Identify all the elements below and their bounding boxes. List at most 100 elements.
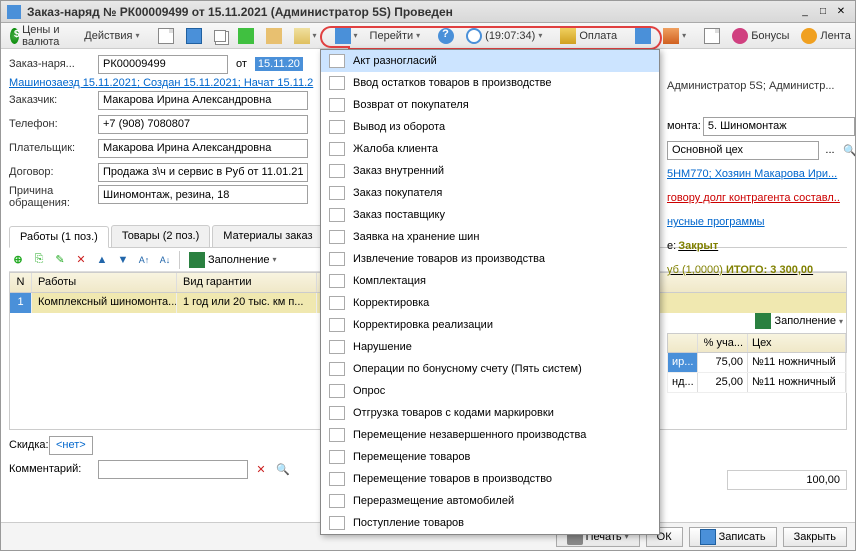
menu-item[interactable]: Переразмещение автомобилей: [321, 490, 659, 512]
col-shop[interactable]: Цех: [748, 334, 846, 352]
col-warranty[interactable]: Вид гарантии: [177, 273, 317, 292]
maximize-button[interactable]: □: [815, 5, 831, 19]
tab-materials[interactable]: Материалы заказ: [212, 225, 323, 247]
doc-date-input[interactable]: 15.11.20: [255, 57, 303, 71]
delete-row-button[interactable]: ✕: [72, 251, 90, 269]
menu-item[interactable]: Перемещение товаров в производство: [321, 468, 659, 490]
status-link[interactable]: Машинозаезд 15.11.2021; Создан 15.11.202…: [9, 77, 313, 89]
payer-input[interactable]: [98, 139, 308, 158]
doc-icon: [329, 230, 345, 244]
tb-tree-button[interactable]: [261, 26, 287, 46]
comment-search-button[interactable]: 🔍: [274, 460, 292, 478]
tb-save-button[interactable]: [181, 26, 207, 46]
minimize-button[interactable]: _: [797, 5, 813, 19]
shop-select-button[interactable]: ...: [821, 140, 839, 160]
shop-search-button[interactable]: 🔍: [841, 140, 855, 160]
save-button[interactable]: Записать: [689, 527, 777, 547]
app-window: Заказ-наряд № РК00009499 от 15.11.2021 (…: [0, 0, 856, 551]
az-down-button[interactable]: A↓: [156, 251, 174, 269]
doc-icon: [329, 516, 345, 530]
discount-input[interactable]: <нет>: [49, 436, 93, 455]
bonus-link[interactable]: нусные программы: [667, 216, 765, 228]
fill-button[interactable]: Заполнение▾: [185, 252, 281, 268]
car-link[interactable]: 5НМ770; Хозяин Макарова Ири...: [667, 168, 837, 180]
menu-item[interactable]: Заявка на хранение шин: [321, 226, 659, 248]
state-link[interactable]: Закрыт: [678, 240, 718, 252]
menu-item[interactable]: Опрос: [321, 380, 659, 402]
edit-row-button[interactable]: ✎: [51, 251, 69, 269]
menu-item[interactable]: Поступление товаров: [321, 512, 659, 534]
discount-label: Скидка:: [9, 439, 49, 451]
prices-button[interactable]: Цены и валюта: [5, 26, 71, 46]
menu-item[interactable]: Заказ внутренний: [321, 160, 659, 182]
menu-item[interactable]: Ввод остатков товаров в производстве: [321, 72, 659, 94]
tb-post-button[interactable]: [233, 26, 259, 46]
contract-input[interactable]: [98, 163, 308, 182]
tb-gift-button[interactable]: ▾: [658, 26, 691, 46]
menu-item[interactable]: Корректировка реализации: [321, 314, 659, 336]
move-down-button[interactable]: ▼: [114, 251, 132, 269]
menu-item[interactable]: Вывод из оборота: [321, 116, 659, 138]
tab-goods[interactable]: Товары (2 поз.): [111, 225, 210, 247]
menu-item[interactable]: Жалоба клиента: [321, 138, 659, 160]
rgrid-row[interactable]: ир... 75,00 №11 ножничный: [667, 353, 847, 373]
tb-new-button[interactable]: [153, 26, 179, 46]
tb-list-button[interactable]: ▾: [289, 26, 322, 46]
doc-icon: [329, 98, 345, 112]
reason-input[interactable]: [98, 185, 308, 204]
menu-item[interactable]: Комплектация: [321, 270, 659, 292]
fill2-button[interactable]: Заполнение▾: [751, 313, 847, 329]
comment-input[interactable]: [98, 460, 248, 479]
menu-item[interactable]: Перемещение незавершенного производства: [321, 424, 659, 446]
doc-icon: [329, 252, 345, 266]
menu-item[interactable]: Корректировка: [321, 292, 659, 314]
menu-item[interactable]: Заказ покупателя: [321, 182, 659, 204]
menu-item[interactable]: Заказ поставщику: [321, 204, 659, 226]
comment-clear-button[interactable]: ✕: [252, 460, 270, 478]
fill-icon: [189, 252, 205, 268]
col-pct[interactable]: % уча...: [698, 334, 748, 352]
col-n[interactable]: N: [10, 273, 32, 292]
menu-item[interactable]: Перемещение товаров: [321, 446, 659, 468]
doc-icon: [329, 340, 345, 354]
rgrid-row[interactable]: нд... 25,00 №11 ножничный: [667, 373, 847, 393]
menu-item[interactable]: Операции по бонусному счету (Пять систем…: [321, 358, 659, 380]
doc-icon: [329, 296, 345, 310]
col-works[interactable]: Работы: [32, 273, 177, 292]
doc-label: Заказ-наря...: [9, 58, 94, 70]
menu-item[interactable]: Акт разногласий: [321, 50, 659, 72]
tab-works[interactable]: Работы (1 поз.): [9, 226, 109, 248]
close-button[interactable]: Закрыть: [783, 527, 847, 547]
totals-link[interactable]: уб (1,0000) ИТОГО: 3 300,00: [667, 264, 813, 276]
bonus-icon: [732, 28, 748, 44]
list-icon: [294, 28, 310, 44]
fill2-icon: [755, 313, 771, 329]
menu-item[interactable]: Нарушение: [321, 336, 659, 358]
doc-icon: [329, 120, 345, 134]
phone-input[interactable]: [98, 115, 308, 134]
customer-input[interactable]: [98, 91, 308, 110]
tb-extra-button[interactable]: [699, 26, 725, 46]
feed-button[interactable]: Лента: [796, 26, 855, 46]
debt-link[interactable]: говору долг контрагента составл..: [667, 192, 840, 204]
menu-item[interactable]: Отгрузка товаров с кодами маркировки: [321, 402, 659, 424]
tb-copy-button[interactable]: [209, 26, 231, 46]
contract-label: Договор:: [9, 166, 94, 178]
monta-input[interactable]: [703, 117, 855, 136]
close-button[interactable]: ✕: [833, 5, 849, 19]
doc-number-input[interactable]: [98, 55, 228, 74]
az-up-button[interactable]: A↑: [135, 251, 153, 269]
feed-icon: [801, 28, 817, 44]
menu-item[interactable]: Извлечение товаров из производства: [321, 248, 659, 270]
post-icon: [238, 28, 254, 44]
menu-item[interactable]: Возврат от покупателя: [321, 94, 659, 116]
based-on-highlight: [320, 26, 350, 48]
bonuses-button[interactable]: Бонусы: [727, 26, 794, 46]
doc-icon: [329, 186, 345, 200]
add-copy-button[interactable]: ⎘: [30, 251, 48, 269]
add-row-button[interactable]: ⊕: [9, 251, 27, 269]
actions-button[interactable]: Действия▾: [79, 26, 144, 46]
move-up-button[interactable]: ▲: [93, 251, 111, 269]
ot-label: от: [236, 58, 247, 70]
main-shop-input[interactable]: [667, 141, 819, 160]
